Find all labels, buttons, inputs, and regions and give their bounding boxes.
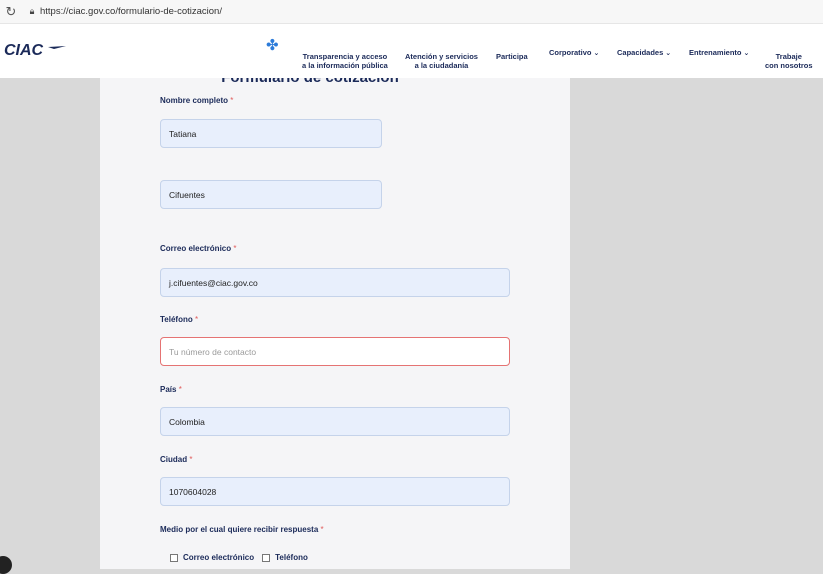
apellido-input[interactable]: Cifuentes <box>160 180 382 209</box>
nav-trabaje-line1: Trabaje <box>775 52 802 61</box>
correo-label-text: Correo electrónico <box>160 244 232 253</box>
nav-participa-label: Participa <box>496 52 528 61</box>
nav-trabaje[interactable]: Trabaje con nosotros <box>765 52 813 70</box>
nombre-label-text: Nombre completo <box>160 96 229 105</box>
pais-input[interactable]: Colombia <box>160 407 510 436</box>
pais-label: País * <box>160 385 182 394</box>
medio-label: Medio por el cual quiere recibir respues… <box>160 525 324 534</box>
chevron-down-icon: ⌄ <box>593 50 600 57</box>
required-mark: * <box>233 244 237 253</box>
nav-transparencia-line2: a la información pública <box>302 61 388 70</box>
page-background-left <box>0 78 100 569</box>
page-background-right <box>570 78 823 569</box>
required-mark: * <box>189 455 193 464</box>
site-header: CIAC ✤ Transparencia y acceso a la infor… <box>0 24 823 78</box>
nav-capacidades[interactable]: Capacidades ⌄ <box>617 48 671 58</box>
floating-widget-icon[interactable] <box>0 556 12 574</box>
nav-transparencia-line1: Transparencia y acceso <box>302 52 388 61</box>
nav-capacidades-label: Capacidades <box>617 48 664 57</box>
url-text: https://ciac.gov.co/formulario-de-cotiza… <box>40 6 222 17</box>
browser-toolbar: ↻ 🔒︎ https://ciac.gov.co/formulario-de-c… <box>0 0 823 24</box>
nav-trabaje-line2: con nosotros <box>765 61 813 70</box>
telefono-label-text: Teléfono <box>160 315 193 324</box>
nav-atencion[interactable]: Atención y servicios a la ciudadanía <box>405 52 478 70</box>
nombre-input[interactable]: Tatiana <box>160 119 382 148</box>
nav-atencion-line2: a la ciudadanía <box>414 61 469 70</box>
required-mark: * <box>230 96 234 105</box>
telefono-input[interactable]: Tu número de contacto <box>160 337 510 366</box>
nombre-label: Nombre completo * <box>160 96 233 105</box>
medio-label-text: Medio por el cual quiere recibir respues… <box>160 525 319 534</box>
chevron-down-icon: ⌄ <box>743 50 750 57</box>
correo-option-label[interactable]: Correo electrónico <box>183 553 254 562</box>
correo-label: Correo electrónico * <box>160 244 237 253</box>
form-title-text: Formulario de cotización <box>150 78 470 86</box>
ciudad-label: Ciudad * <box>160 455 192 464</box>
nav-participa[interactable]: Participa <box>496 52 528 61</box>
required-mark: * <box>320 525 324 534</box>
address-bar[interactable]: 🔒︎ https://ciac.gov.co/formulario-de-cot… <box>24 3 222 21</box>
ciudad-input[interactable]: 1070604028 <box>160 477 510 506</box>
chevron-down-icon: ⌄ <box>665 50 672 57</box>
nav-entrenamiento-label: Entrenamiento <box>689 48 742 57</box>
response-channel-options: Correo electrónico Teléfono <box>170 553 308 562</box>
nav-atencion-line1: Atención y servicios <box>405 52 478 61</box>
telefono-label: Teléfono * <box>160 315 198 324</box>
ciudad-label-text: Ciudad <box>160 455 188 464</box>
nav-corporativo[interactable]: Corporativo ⌄ <box>549 48 599 58</box>
form-title: Formulario de cotización <box>150 78 470 88</box>
correo-checkbox[interactable] <box>170 553 178 562</box>
email-field[interactable]: j.cifuentes@ciac.gov.co <box>160 268 510 297</box>
ciac-logo[interactable]: CIAC <box>4 38 68 62</box>
lock-icon: 🔒︎ <box>29 6 35 16</box>
nav-transparencia[interactable]: Transparencia y acceso a la información … <box>302 52 388 70</box>
telefono-option-label[interactable]: Teléfono <box>275 553 308 562</box>
telefono-checkbox[interactable] <box>262 553 271 562</box>
accessibility-plus-icon[interactable]: ✤ <box>266 36 279 54</box>
nav-entrenamiento[interactable]: Entrenamiento ⌄ <box>689 48 749 58</box>
reload-icon[interactable]: ↻ <box>0 1 22 23</box>
required-mark: * <box>178 385 182 394</box>
required-mark: * <box>194 315 199 324</box>
svg-text:CIAC: CIAC <box>4 42 44 59</box>
nav-corporativo-label: Corporativo <box>549 48 592 57</box>
pais-label-text: País <box>160 385 177 394</box>
